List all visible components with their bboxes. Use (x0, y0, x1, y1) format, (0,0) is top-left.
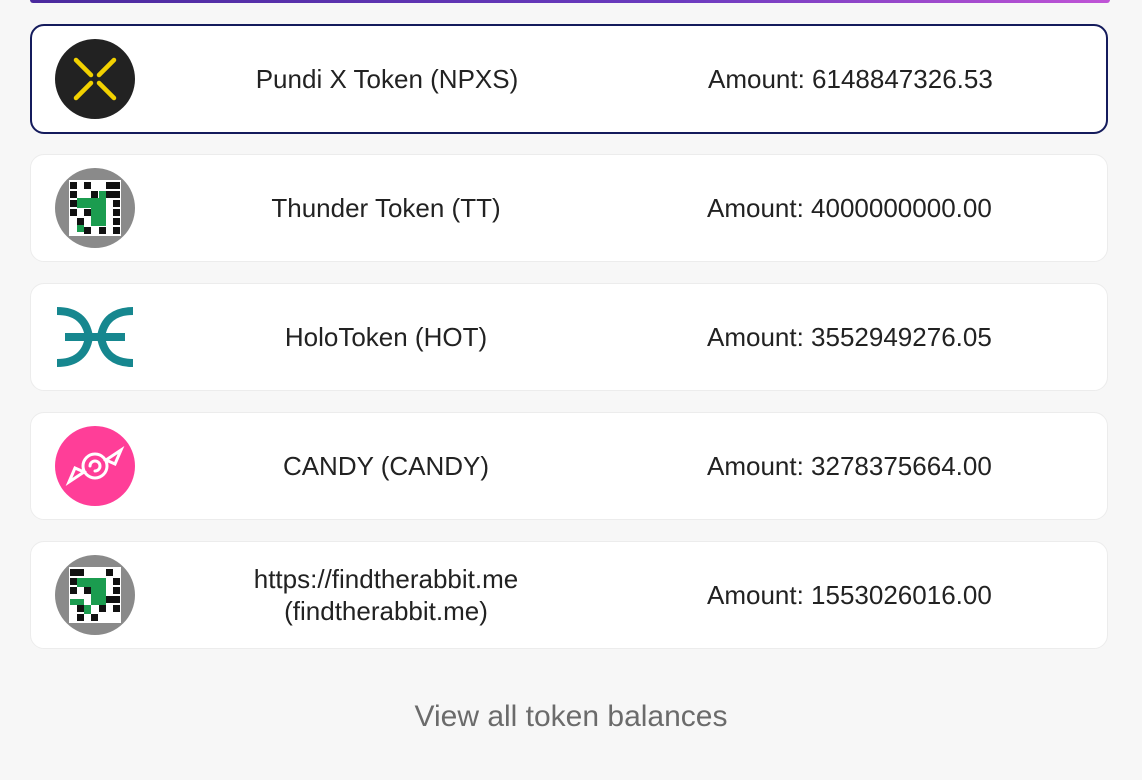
token-amount: Amount: 4000000000.00 (707, 193, 992, 223)
token-row-tt[interactable]: Thunder Token (TT) Amount: 4000000000.00 (30, 154, 1108, 262)
token-amount: Amount: 3552949276.05 (707, 322, 992, 352)
token-amount: Amount: 1553026016.00 (707, 580, 992, 610)
top-card-edge (30, 0, 1110, 3)
candy-icon (55, 426, 135, 506)
identicon-icon (55, 168, 135, 248)
token-name: HoloToken (HOT) (284, 322, 488, 352)
token-amount: Amount: 3278375664.00 (707, 451, 992, 481)
token-name: Thunder Token (TT) (271, 193, 501, 223)
token-name-line2: (findtherabbit.me) (284, 596, 488, 626)
token-row-npxs[interactable]: Pundi X Token (NPXS) Amount: 6148847326.… (30, 24, 1108, 134)
token-name-line1: https://findtherabbit.me (253, 564, 519, 594)
token-row-hot[interactable]: HoloToken (HOT) Amount: 3552949276.05 (30, 283, 1108, 391)
token-row-findtherabbit[interactable]: https://findtherabbit.me (findtherabbit.… (30, 541, 1108, 649)
token-name: Pundi X Token (NPXS) (255, 64, 519, 94)
identicon-icon (55, 555, 135, 635)
token-amount: Amount: 6148847326.53 (708, 64, 993, 94)
pundi-x-icon (55, 39, 135, 119)
token-row-candy[interactable]: CANDY (CANDY) Amount: 3278375664.00 (30, 412, 1108, 520)
token-name: CANDY (CANDY) (282, 451, 490, 481)
holo-icon (55, 297, 135, 377)
view-all-token-balances-link[interactable]: View all token balances (0, 700, 1142, 734)
token-name: https://findtherabbit.me (findtherabbit.… (171, 563, 601, 627)
